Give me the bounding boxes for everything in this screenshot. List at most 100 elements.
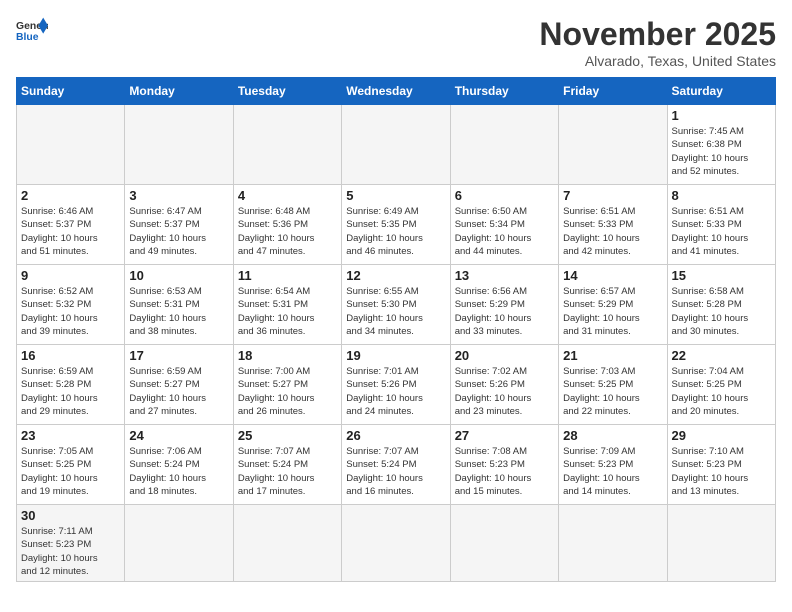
day-info: Sunrise: 6:58 AM Sunset: 5:28 PM Dayligh… (672, 285, 771, 338)
calendar-cell: 13 Sunrise: 6:56 AM Sunset: 5:29 PM Dayli… (450, 265, 558, 345)
calendar-cell (450, 105, 558, 185)
day-info: Sunrise: 7:06 AM Sunset: 5:24 PM Dayligh… (129, 445, 228, 498)
calendar-cell: 19Sunrise: 7:01 AM Sunset: 5:26 PM Dayli… (342, 345, 450, 425)
week-row-3: 9 Sunrise: 6:52 AM Sunset: 5:32 PM Daylig… (17, 265, 776, 345)
weekday-header-wednesday: Wednesday (342, 78, 450, 105)
calendar-table: SundayMondayTuesdayWednesdayThursdayFrid… (16, 77, 776, 582)
calendar-cell: 5Sunrise: 6:49 AM Sunset: 5:35 PM Daylig… (342, 185, 450, 265)
day-info: Sunrise: 7:08 AM Sunset: 5:23 PM Dayligh… (455, 445, 554, 498)
day-info: Sunrise: 6:59 AM Sunset: 5:27 PM Dayligh… (129, 365, 228, 418)
calendar-cell: 30 Sunrise: 7:11 AM Sunset: 5:23 PM Dayli… (17, 505, 125, 582)
calendar-cell: 7 Sunrise: 6:51 AM Sunset: 5:33 PM Daylig… (559, 185, 667, 265)
day-info: Sunrise: 6:55 AM Sunset: 5:30 PM Dayligh… (346, 285, 445, 338)
day-number: 17 (129, 348, 228, 363)
day-info: Sunrise: 7:00 AM Sunset: 5:27 PM Dayligh… (238, 365, 337, 418)
week-row-2: 2 Sunrise: 6:46 AM Sunset: 5:37 PM Daylig… (17, 185, 776, 265)
calendar-cell: 20 Sunrise: 7:02 AM Sunset: 5:26 PM Dayli… (450, 345, 558, 425)
weekday-header-friday: Friday (559, 78, 667, 105)
location-subtitle: Alvarado, Texas, United States (539, 53, 776, 69)
day-info: Sunrise: 7:11 AM Sunset: 5:23 PM Dayligh… (21, 525, 120, 578)
day-number: 23 (21, 428, 120, 443)
week-row-6: 30 Sunrise: 7:11 AM Sunset: 5:23 PM Dayli… (17, 505, 776, 582)
calendar-cell (342, 105, 450, 185)
calendar-cell (450, 505, 558, 582)
calendar-cell: 2 Sunrise: 6:46 AM Sunset: 5:37 PM Daylig… (17, 185, 125, 265)
day-number: 10 (129, 268, 228, 283)
day-info: Sunrise: 6:49 AM Sunset: 5:35 PM Dayligh… (346, 205, 445, 258)
calendar-cell (17, 105, 125, 185)
calendar-cell: 24 Sunrise: 7:06 AM Sunset: 5:24 PM Dayli… (125, 425, 233, 505)
day-number: 3 (129, 188, 228, 203)
day-info: Sunrise: 6:48 AM Sunset: 5:36 PM Dayligh… (238, 205, 337, 258)
calendar-cell: 4 Sunrise: 6:48 AM Sunset: 5:36 PM Daylig… (233, 185, 341, 265)
weekday-header-row: SundayMondayTuesdayWednesdayThursdayFrid… (17, 78, 776, 105)
day-number: 20 (455, 348, 554, 363)
day-number: 1 (672, 108, 771, 123)
day-info: Sunrise: 6:54 AM Sunset: 5:31 PM Dayligh… (238, 285, 337, 338)
calendar-cell: 11 Sunrise: 6:54 AM Sunset: 5:31 PM Dayli… (233, 265, 341, 345)
week-row-1: 1 Sunrise: 7:45 AM Sunset: 6:38 PM Daylig… (17, 105, 776, 185)
calendar-cell: 21 Sunrise: 7:03 AM Sunset: 5:25 PM Dayli… (559, 345, 667, 425)
day-number: 11 (238, 268, 337, 283)
weekday-header-tuesday: Tuesday (233, 78, 341, 105)
day-number: 2 (21, 188, 120, 203)
svg-text:Blue: Blue (16, 32, 39, 43)
calendar-cell: 15 Sunrise: 6:58 AM Sunset: 5:28 PM Dayli… (667, 265, 775, 345)
day-number: 7 (563, 188, 662, 203)
week-row-4: 16 Sunrise: 6:59 AM Sunset: 5:28 PM Dayli… (17, 345, 776, 425)
calendar-cell: 12 Sunrise: 6:55 AM Sunset: 5:30 PM Dayli… (342, 265, 450, 345)
day-info: Sunrise: 6:52 AM Sunset: 5:32 PM Dayligh… (21, 285, 120, 338)
day-info: Sunrise: 7:02 AM Sunset: 5:26 PM Dayligh… (455, 365, 554, 418)
weekday-header-monday: Monday (125, 78, 233, 105)
calendar-cell (559, 105, 667, 185)
day-info: Sunrise: 6:46 AM Sunset: 5:37 PM Dayligh… (21, 205, 120, 258)
day-info: Sunrise: 7:10 AM Sunset: 5:23 PM Dayligh… (672, 445, 771, 498)
calendar-cell (342, 505, 450, 582)
generalblue-logo-icon: General Blue (16, 16, 48, 44)
calendar-cell: 9 Sunrise: 6:52 AM Sunset: 5:32 PM Daylig… (17, 265, 125, 345)
day-info: Sunrise: 6:59 AM Sunset: 5:28 PM Dayligh… (21, 365, 120, 418)
day-info: Sunrise: 7:09 AM Sunset: 5:23 PM Dayligh… (563, 445, 662, 498)
day-number: 16 (21, 348, 120, 363)
day-number: 27 (455, 428, 554, 443)
calendar-cell: 22Sunrise: 7:04 AM Sunset: 5:25 PM Dayli… (667, 345, 775, 425)
day-info: Sunrise: 6:57 AM Sunset: 5:29 PM Dayligh… (563, 285, 662, 338)
calendar-cell (125, 505, 233, 582)
calendar-cell: 23Sunrise: 7:05 AM Sunset: 5:25 PM Dayli… (17, 425, 125, 505)
calendar-cell: 16 Sunrise: 6:59 AM Sunset: 5:28 PM Dayli… (17, 345, 125, 425)
day-number: 26 (346, 428, 445, 443)
calendar-cell: 3 Sunrise: 6:47 AM Sunset: 5:37 PM Daylig… (125, 185, 233, 265)
day-info: Sunrise: 7:01 AM Sunset: 5:26 PM Dayligh… (346, 365, 445, 418)
day-info: Sunrise: 7:07 AM Sunset: 5:24 PM Dayligh… (346, 445, 445, 498)
day-number: 4 (238, 188, 337, 203)
calendar-cell: 28Sunrise: 7:09 AM Sunset: 5:23 PM Dayli… (559, 425, 667, 505)
day-number: 15 (672, 268, 771, 283)
calendar-cell: 26 Sunrise: 7:07 AM Sunset: 5:24 PM Dayli… (342, 425, 450, 505)
day-number: 13 (455, 268, 554, 283)
calendar-cell: 25Sunrise: 7:07 AM Sunset: 5:24 PM Dayli… (233, 425, 341, 505)
day-info: Sunrise: 6:53 AM Sunset: 5:31 PM Dayligh… (129, 285, 228, 338)
calendar-cell: 29Sunrise: 7:10 AM Sunset: 5:23 PM Dayli… (667, 425, 775, 505)
day-number: 30 (21, 508, 120, 523)
day-info: Sunrise: 6:50 AM Sunset: 5:34 PM Dayligh… (455, 205, 554, 258)
day-info: Sunrise: 7:03 AM Sunset: 5:25 PM Dayligh… (563, 365, 662, 418)
calendar-cell: 14 Sunrise: 6:57 AM Sunset: 5:29 PM Dayli… (559, 265, 667, 345)
day-number: 21 (563, 348, 662, 363)
calendar-cell (125, 105, 233, 185)
day-number: 12 (346, 268, 445, 283)
title-block: November 2025 Alvarado, Texas, United St… (539, 16, 776, 69)
day-info: Sunrise: 6:51 AM Sunset: 5:33 PM Dayligh… (563, 205, 662, 258)
weekday-header-saturday: Saturday (667, 78, 775, 105)
calendar-cell: 10 Sunrise: 6:53 AM Sunset: 5:31 PM Dayli… (125, 265, 233, 345)
day-info: Sunrise: 7:04 AM Sunset: 5:25 PM Dayligh… (672, 365, 771, 418)
day-number: 24 (129, 428, 228, 443)
day-number: 14 (563, 268, 662, 283)
logo: General Blue (16, 16, 48, 44)
day-info: Sunrise: 6:56 AM Sunset: 5:29 PM Dayligh… (455, 285, 554, 338)
day-number: 9 (21, 268, 120, 283)
day-number: 8 (672, 188, 771, 203)
day-info: Sunrise: 7:07 AM Sunset: 5:24 PM Dayligh… (238, 445, 337, 498)
day-info: Sunrise: 6:47 AM Sunset: 5:37 PM Dayligh… (129, 205, 228, 258)
day-info: Sunrise: 7:45 AM Sunset: 6:38 PM Dayligh… (672, 125, 771, 178)
month-title: November 2025 (539, 16, 776, 53)
